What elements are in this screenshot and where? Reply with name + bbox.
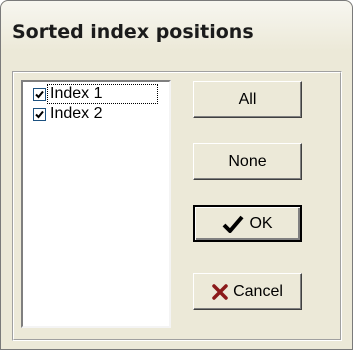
none-button-label: None: [228, 152, 267, 170]
checkmark-icon: [35, 90, 44, 98]
ok-button[interactable]: OK: [193, 205, 302, 242]
ok-button-label: OK: [249, 214, 273, 232]
cancel-button-label: Cancel: [233, 282, 283, 300]
list-item-index-1[interactable]: Index 1: [33, 84, 158, 104]
checkmark-icon: [35, 110, 44, 118]
title-bar[interactable]: Sorted index positions: [1, 1, 352, 51]
dialog-title: Sorted index positions: [12, 21, 254, 43]
cancel-button[interactable]: Cancel: [193, 273, 302, 310]
list-item-index-2[interactable]: Index 2: [33, 104, 157, 124]
checkmark-icon: [222, 215, 244, 233]
list-item-label: Index 1: [47, 84, 158, 104]
none-button[interactable]: None: [193, 143, 302, 180]
x-mark-icon: [212, 283, 228, 300]
list-item-label: Index 2: [50, 105, 103, 122]
index-2-checkbox[interactable]: [33, 107, 46, 121]
index-checklist[interactable]: Index 1 Index 2: [21, 80, 171, 328]
all-button-label: All: [238, 90, 257, 108]
index-1-checkbox[interactable]: [33, 87, 46, 101]
all-button[interactable]: All: [193, 81, 302, 118]
